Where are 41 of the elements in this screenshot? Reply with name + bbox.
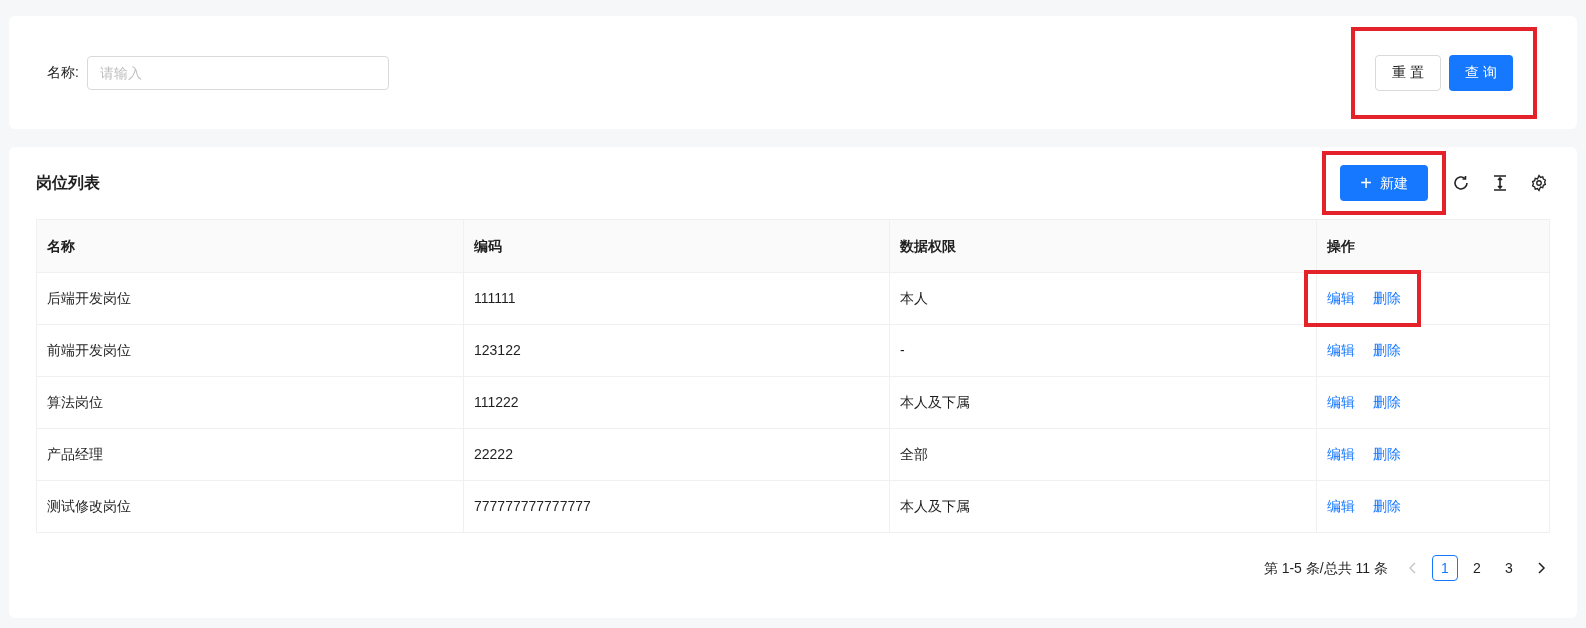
column-header: 数据权限	[900, 237, 956, 254]
table-cell: 产品经理	[47, 446, 103, 462]
action-link[interactable]: 删除	[1373, 340, 1401, 361]
table-cell: 本人及下属	[900, 498, 970, 514]
new-button[interactable]: + 新建	[1340, 165, 1428, 201]
next-page-icon[interactable]	[1536, 562, 1546, 574]
row-height-icon[interactable]	[1492, 174, 1508, 192]
settings-icon[interactable]	[1530, 174, 1548, 192]
table-cell: 本人及下属	[900, 394, 970, 410]
action-link[interactable]: 删除	[1373, 496, 1401, 517]
card-title: 岗位列表	[36, 173, 100, 193]
action-link[interactable]: 编辑	[1327, 496, 1355, 517]
table-cell: 777777777777777	[474, 498, 591, 514]
action-link[interactable]: 编辑	[1327, 392, 1355, 413]
table-cell: 111111	[474, 290, 516, 306]
table-cell: 123122	[474, 342, 521, 358]
table-cell: 本人	[900, 290, 928, 306]
page-button[interactable]: 1	[1432, 555, 1458, 581]
table-cell: 22222	[474, 446, 513, 462]
table-cell: 前端开发岗位	[47, 342, 131, 358]
column-header: 编码	[474, 237, 502, 254]
table-cell: 全部	[900, 446, 928, 462]
pagination-summary: 第 1-5 条/总共 11 条	[1263, 558, 1388, 578]
column-header: 名称	[47, 237, 75, 254]
action-link[interactable]: 编辑	[1327, 288, 1355, 309]
action-link[interactable]: 编辑	[1327, 444, 1355, 465]
table-cell: 111222	[474, 394, 519, 410]
column-header: 操作	[1327, 237, 1355, 254]
action-link[interactable]: 删除	[1373, 288, 1401, 309]
action-link[interactable]: 编辑	[1327, 340, 1355, 361]
reset-button[interactable]: 重 置	[1375, 54, 1442, 91]
table-cell: 后端开发岗位	[47, 290, 131, 306]
query-button[interactable]: 查 询	[1449, 54, 1513, 91]
table-cell: 测试修改岗位	[47, 498, 131, 514]
name-input-field[interactable]: 请输入	[86, 55, 389, 90]
field-label: 名称:	[47, 63, 79, 82]
refresh-icon[interactable]	[1452, 174, 1470, 192]
table-cell: -	[900, 342, 905, 358]
action-link[interactable]: 删除	[1373, 444, 1401, 465]
table-cell: 算法岗位	[47, 394, 103, 410]
action-link[interactable]: 删除	[1373, 392, 1401, 413]
